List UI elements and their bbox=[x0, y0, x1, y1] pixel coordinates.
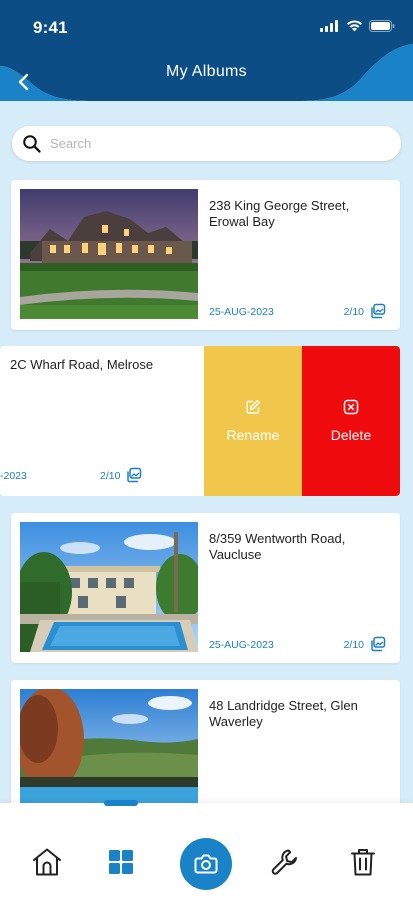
edit-icon bbox=[246, 400, 260, 414]
nav-albums[interactable] bbox=[104, 845, 138, 879]
album-date: 25-AUG-2023 bbox=[209, 639, 274, 651]
photo-count: 2/10 bbox=[343, 306, 364, 318]
battery-icon bbox=[369, 20, 395, 32]
photo-count: 2/10 bbox=[100, 470, 121, 482]
album-thumbnail[interactable] bbox=[20, 189, 198, 319]
home-icon bbox=[33, 848, 61, 876]
album-title: 8/359 Wentworth Road, Vaucluse bbox=[209, 531, 346, 562]
album-card[interactable]: 8/359 Wentworth Road, Vaucluse 25-AUG-20… bbox=[11, 513, 400, 663]
delete-label: Delete bbox=[330, 427, 372, 443]
photo-count: 2/10 bbox=[343, 639, 364, 651]
album-card-content[interactable]: 2C Wharf Road, Melrose -2023 2/10 bbox=[0, 346, 204, 496]
header: 9:41 My Albums bbox=[0, 0, 413, 112]
nav-home[interactable] bbox=[30, 845, 64, 879]
album-title: 238 King George Street, Erowal Bay bbox=[209, 198, 350, 229]
album-date: 25-AUG-2023 bbox=[209, 306, 274, 318]
delete-button[interactable]: Delete bbox=[302, 346, 400, 496]
nav-trash[interactable] bbox=[346, 845, 380, 879]
signal-icon bbox=[320, 20, 338, 32]
trash-icon bbox=[351, 849, 375, 876]
search-icon bbox=[22, 134, 42, 154]
search-bar[interactable] bbox=[12, 126, 401, 161]
rename-button[interactable]: Rename bbox=[204, 346, 302, 496]
album-card-swiped[interactable]: 2C Wharf Road, Melrose -2023 2/10 Rename… bbox=[0, 346, 400, 496]
album-date: -2023 bbox=[0, 470, 27, 482]
gallery-icon bbox=[371, 303, 386, 319]
gallery-icon bbox=[371, 636, 386, 652]
page-title: My Albums bbox=[166, 63, 247, 80]
album-card[interactable]: 238 King George Street, Erowal Bay 25-AU… bbox=[11, 180, 400, 330]
close-square-icon bbox=[343, 399, 359, 415]
album-title: 48 Landridge Street, Glen Waverley bbox=[209, 698, 358, 729]
albums-grid-icon bbox=[109, 850, 133, 874]
album-title: 2C Wharf Road, Melrose bbox=[10, 357, 154, 372]
wifi-icon bbox=[347, 20, 362, 32]
camera-button[interactable] bbox=[180, 838, 232, 890]
rename-label: Rename bbox=[226, 427, 280, 443]
header-wave-background bbox=[0, 0, 413, 112]
wrench-icon bbox=[271, 849, 297, 875]
status-time: 9:41 bbox=[33, 18, 68, 37]
status-icons bbox=[320, 20, 395, 32]
album-thumbnail[interactable] bbox=[20, 522, 198, 652]
gallery-icon bbox=[127, 467, 142, 483]
search-input[interactable] bbox=[50, 136, 370, 151]
nav-tools[interactable] bbox=[268, 845, 302, 879]
drag-handle[interactable] bbox=[104, 800, 138, 806]
camera-icon bbox=[194, 854, 218, 874]
